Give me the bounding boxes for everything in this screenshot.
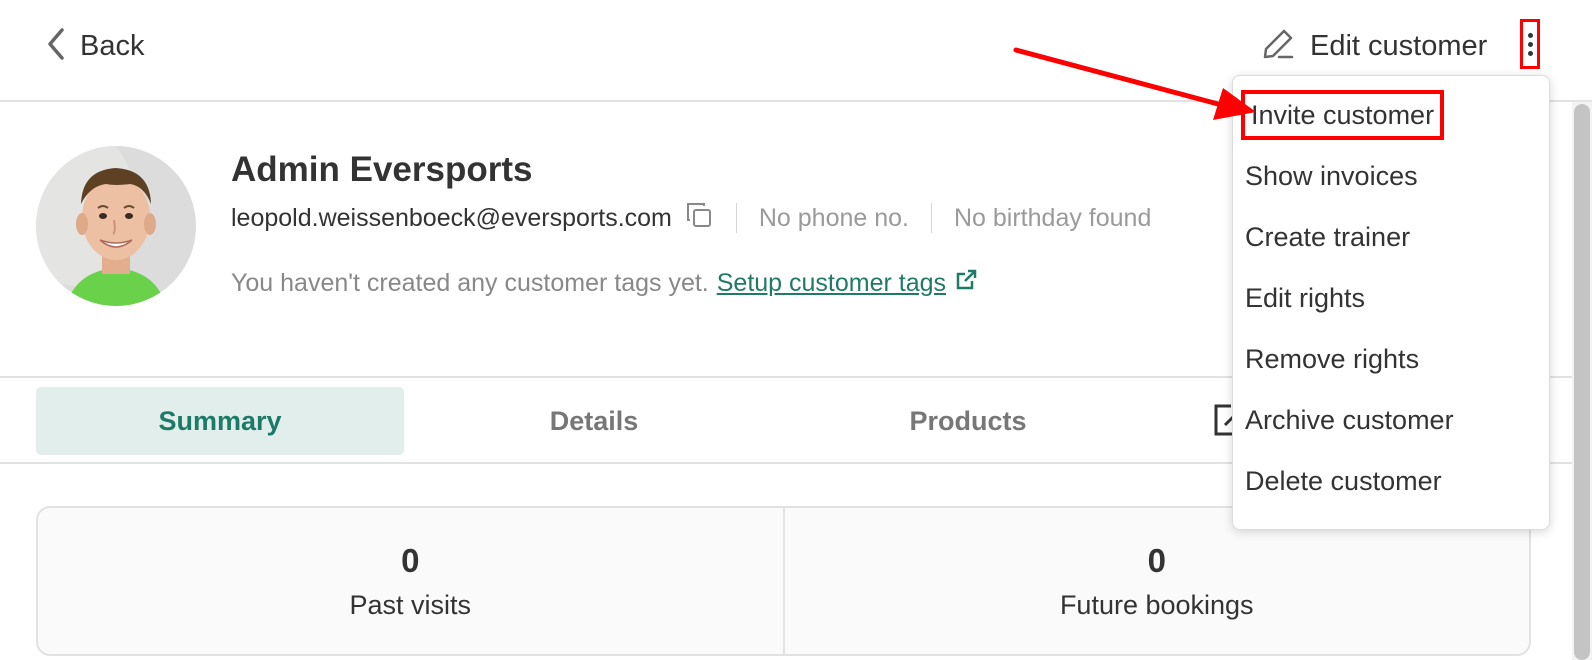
menu-item-remove-rights[interactable]: Remove rights [1245, 334, 1419, 384]
customer-birthday: No birthday found [954, 203, 1152, 232]
tab-details[interactable]: Details [410, 387, 778, 455]
menu-item-create-trainer[interactable]: Create trainer [1245, 212, 1410, 262]
avatar [36, 146, 196, 306]
setup-customer-tags-link[interactable]: Setup customer tags [717, 269, 946, 298]
menu-item-delete-customer[interactable]: Delete customer [1245, 456, 1442, 506]
menu-item-invite-customer[interactable]: Invite customer [1241, 90, 1445, 140]
stat-label: Future bookings [1059, 589, 1254, 620]
scrollbar-thumb[interactable] [1574, 104, 1590, 660]
back-label: Back [80, 29, 145, 62]
customer-name: Admin Eversports [231, 150, 533, 189]
tab-summary[interactable]: Summary [36, 387, 404, 455]
menu-item-show-invoices[interactable]: Show invoices [1245, 151, 1418, 201]
contact-row: leopold.weissenboeck@eversports.com No p… [231, 200, 1151, 236]
customer-phone: No phone no. [758, 203, 909, 232]
actions-dropdown-menu: Invite customer Show invoices Create tra… [1232, 75, 1550, 530]
kebab-menu-icon[interactable] [1520, 19, 1540, 69]
pencil-icon [1262, 28, 1294, 65]
back-button[interactable]: Back [46, 26, 144, 66]
stat-value: 0 [401, 541, 420, 579]
stat-past-visits: 0 Past visits [38, 508, 783, 654]
menu-item-edit-rights[interactable]: Edit rights [1245, 273, 1365, 323]
customer-tags-row: You haven't created any customer tags ye… [231, 268, 978, 299]
stat-value: 0 [1147, 541, 1166, 579]
divider [931, 203, 932, 233]
copy-icon[interactable] [684, 200, 714, 237]
chevron-left-icon [46, 27, 66, 66]
stat-label: Past visits [349, 589, 472, 620]
edit-customer-button[interactable]: Edit customer [1262, 26, 1487, 66]
customer-email: leopold.weissenboeck@eversports.com [231, 203, 672, 232]
divider [735, 203, 737, 233]
menu-item-archive-customer[interactable]: Archive customer [1245, 395, 1454, 445]
edit-customer-label: Edit customer [1310, 29, 1488, 62]
tab-products[interactable]: Products [784, 387, 1152, 455]
external-link-icon[interactable] [954, 268, 978, 299]
tags-empty-text: You haven't created any customer tags ye… [231, 269, 709, 297]
